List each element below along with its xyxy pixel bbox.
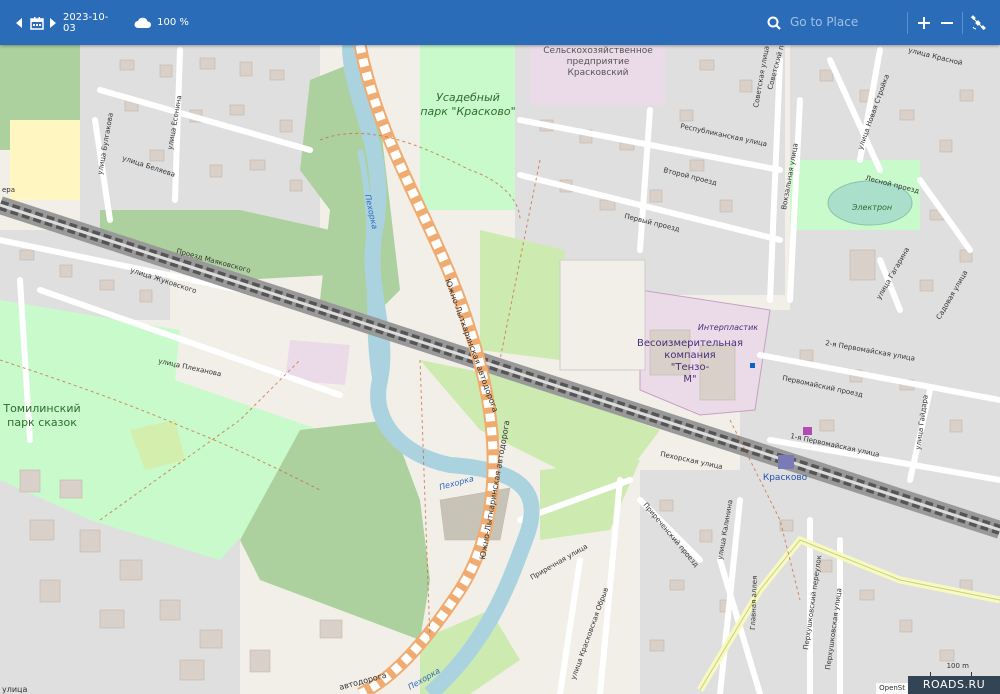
date-label[interactable]: 2023-10-03 [63,0,119,45]
farm-label: Сельскохозяйственное [543,46,653,56]
toolbar-divider [962,12,963,34]
park-label: парк сказок [7,416,77,429]
top-toolbar: 2023-10-03 100 % [0,0,1000,45]
scale-label: 100 m [946,662,969,670]
satellite-icon[interactable] [968,0,988,45]
street-label: ера [2,186,15,194]
farm-label: Красковский [568,68,629,78]
opacity-value[interactable]: 100 % [155,0,191,45]
calendar-icon[interactable] [28,0,46,45]
cloud-icon[interactable] [133,0,153,45]
brand-logo[interactable]: ROADS.RU [908,676,1000,694]
zoom-out-icon[interactable] [937,0,957,45]
stop-marker[interactable] [750,363,755,368]
chevron-left-icon[interactable] [12,0,26,45]
company-label: М" [683,374,696,385]
attribution[interactable]: OpenSt [876,683,908,694]
station-label: Красково [763,473,808,483]
shop-icon[interactable] [803,427,812,435]
park-label: Усадебный [436,91,500,104]
street-label: улица [2,685,27,694]
park-label: Томилинский [2,402,80,415]
company-label: Весоизмерительная [637,338,743,349]
toolbar-divider [907,12,908,34]
map-canvas[interactable]: Усадебный парк "Красково" Сельскохозяйст… [0,0,1000,694]
poi-label: Электрон [851,203,892,212]
company-label: "Тензо- [671,362,710,373]
search-icon[interactable] [764,0,784,45]
company-label: компания [664,350,715,361]
poi-label: Интерпластик [698,323,758,332]
zoom-in-icon[interactable] [914,0,934,45]
chevron-right-icon[interactable] [47,0,59,45]
farm-label: предприятие [567,57,630,67]
search-input[interactable] [786,11,906,33]
park-label: парк "Красково" [420,105,515,118]
station-icon[interactable] [778,455,794,469]
